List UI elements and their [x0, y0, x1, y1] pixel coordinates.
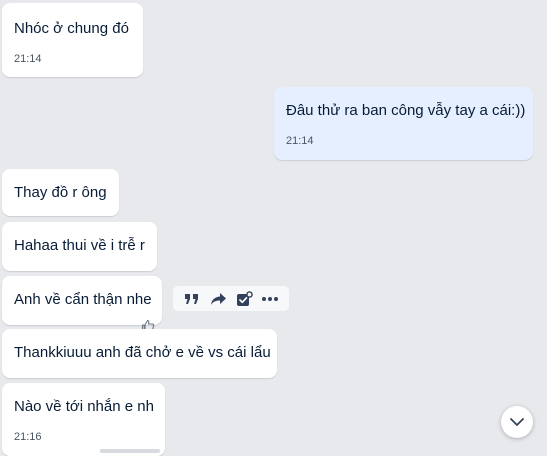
message-bubble[interactable]: Hahaa thui về i trễ r: [2, 222, 157, 271]
message-text: Thankkiuuu anh đã chở e về vs cái lẩu: [14, 344, 271, 361]
message-bubble[interactable]: Nhóc ở chung đó 21:14: [2, 3, 143, 77]
message-text: Đâu thử ra ban công vẫy tay a cái:)): [286, 102, 526, 119]
chevron-down-icon: [510, 418, 524, 426]
task-button[interactable]: [234, 289, 254, 309]
message-bubble[interactable]: Nào về tới nhắn e nh 21:16: [2, 383, 165, 456]
message-bubble[interactable]: Thay đồ r ông: [2, 169, 119, 216]
message-time: 21:14: [286, 135, 314, 147]
message-text: Anh về cẩn thận nhe: [14, 291, 152, 308]
quote-button[interactable]: [182, 289, 202, 309]
reaction-peek: [100, 449, 160, 453]
message-text: Thay đồ r ông: [14, 184, 107, 201]
more-icon: [262, 296, 278, 301]
message-bubble[interactable]: Thankkiuuu anh đã chở e về vs cái lẩu: [2, 329, 277, 378]
message-text: Hahaa thui về i trễ r: [14, 237, 145, 254]
message-bubble[interactable]: Anh về cẩn thận nhe: [2, 276, 162, 325]
message-actions-toolbar: [173, 286, 289, 311]
forward-icon: [210, 292, 226, 305]
message-text: Nào về tới nhắn e nh: [14, 398, 154, 415]
forward-button[interactable]: [208, 289, 228, 309]
task-icon: [236, 290, 253, 306]
quote-icon: [185, 293, 198, 304]
message-text: Nhóc ở chung đó: [14, 20, 129, 37]
message-time: 21:16: [14, 431, 42, 443]
message-time: 21:14: [14, 53, 42, 65]
message-bubble-mine[interactable]: Đâu thử ra ban công vẫy tay a cái:)) 21:…: [274, 87, 533, 160]
more-button[interactable]: [260, 289, 280, 309]
scroll-to-bottom-button[interactable]: [501, 406, 533, 438]
chat-area: Nhóc ở chung đó 21:14 Đâu thử ra ban côn…: [0, 0, 547, 456]
